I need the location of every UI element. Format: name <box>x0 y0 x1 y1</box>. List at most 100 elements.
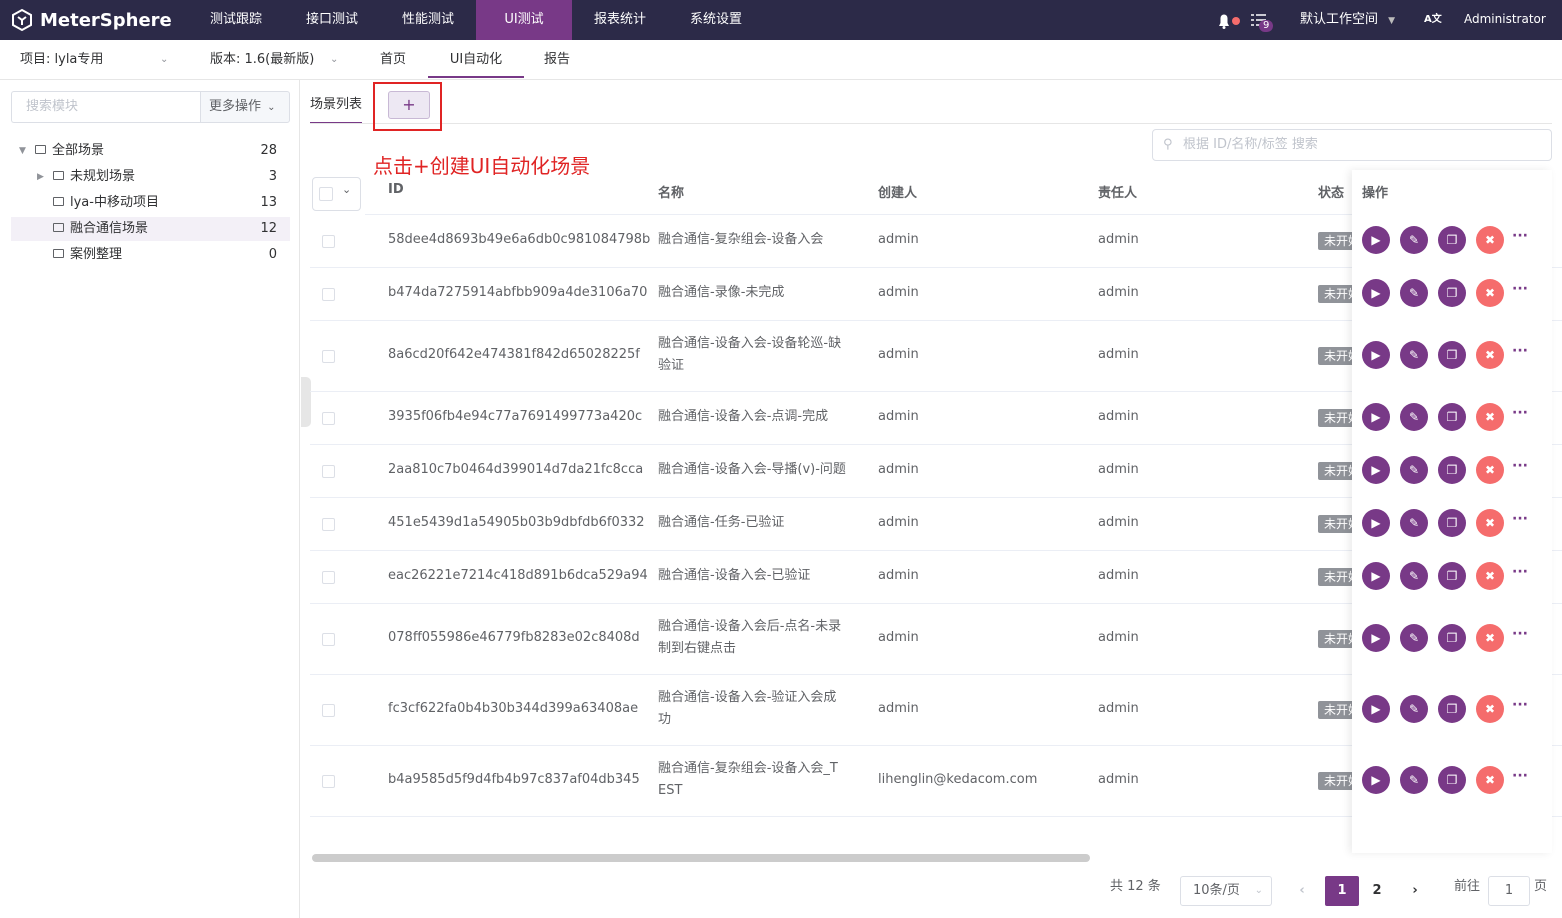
nav-test-track[interactable]: 测试跟踪 <box>188 0 284 40</box>
row-name[interactable]: 融合通信-设备入会-点调-完成 <box>658 406 828 428</box>
more-icon[interactable]: ··· <box>1512 228 1528 244</box>
row-name[interactable]: 融合通信-设备入会-已验证 <box>658 565 810 587</box>
tab-home[interactable]: 首页 <box>380 40 406 80</box>
caret-down-icon[interactable]: ▼ <box>19 139 26 163</box>
tree-node-lya-project[interactable]: lya-中移动项目 13 <box>11 191 290 215</box>
nav-system-settings[interactable]: 系统设置 <box>668 0 764 40</box>
edit-icon[interactable]: ✎ <box>1400 695 1428 723</box>
delete-icon[interactable]: ✖ <box>1476 562 1504 590</box>
goto-page-input[interactable]: 1 <box>1488 876 1530 906</box>
edit-icon[interactable]: ✎ <box>1400 456 1428 484</box>
row-checkbox[interactable] <box>322 775 335 788</box>
row-name[interactable]: 融合通信-复杂组会-设备入会_T EST <box>658 758 838 802</box>
more-operations-button[interactable]: 更多操作 ⌄ <box>200 91 290 123</box>
run-icon[interactable]: ▶ <box>1362 624 1390 652</box>
edit-icon[interactable]: ✎ <box>1400 509 1428 537</box>
row-checkbox[interactable] <box>322 288 335 301</box>
delete-icon[interactable]: ✖ <box>1476 624 1504 652</box>
row-checkbox[interactable] <box>322 704 335 717</box>
run-icon[interactable]: ▶ <box>1362 562 1390 590</box>
more-icon[interactable]: ··· <box>1512 564 1528 580</box>
run-icon[interactable]: ▶ <box>1362 509 1390 537</box>
workspace-selector[interactable]: 默认工作空间 ▼ <box>1300 0 1395 40</box>
col-name[interactable]: 名称 <box>658 182 684 201</box>
user-menu[interactable]: Administrator ▼ <box>1464 0 1562 66</box>
page-2[interactable]: 2 <box>1360 876 1394 906</box>
metersphere-logo[interactable]: MeterSphere <box>10 5 172 35</box>
copy-icon[interactable]: ❐ <box>1438 403 1466 431</box>
tree-node-unplanned[interactable]: ▶ 未规划场景 3 <box>11 165 290 189</box>
run-icon[interactable]: ▶ <box>1362 456 1390 484</box>
copy-icon[interactable]: ❐ <box>1438 562 1466 590</box>
edit-icon[interactable]: ✎ <box>1400 279 1428 307</box>
page-1[interactable]: 1 <box>1325 876 1359 906</box>
tree-node-case-arrange[interactable]: 案例整理 0 <box>11 243 290 267</box>
run-icon[interactable]: ▶ <box>1362 403 1390 431</box>
nav-ui-test[interactable]: UI测试 <box>476 0 572 40</box>
next-page-icon[interactable]: › <box>1398 876 1432 906</box>
col-owner[interactable]: 责任人 <box>1098 182 1137 201</box>
row-name[interactable]: 融合通信-设备入会-设备轮巡-缺 验证 <box>658 333 841 377</box>
row-name[interactable]: 融合通信-录像-未完成 <box>658 282 784 304</box>
row-checkbox[interactable] <box>322 633 335 646</box>
delete-icon[interactable]: ✖ <box>1476 695 1504 723</box>
copy-icon[interactable]: ❐ <box>1438 226 1466 254</box>
edit-icon[interactable]: ✎ <box>1400 562 1428 590</box>
bell-icon[interactable] <box>1216 0 1232 40</box>
run-icon[interactable]: ▶ <box>1362 766 1390 794</box>
row-name[interactable]: 融合通信-复杂组会-设备入会 <box>658 229 823 251</box>
chevron-down-icon[interactable]: ⌄ <box>160 40 168 80</box>
tab-ui-automation[interactable]: UI自动化 <box>428 40 524 78</box>
project-selector[interactable]: 项目: lyla专用 <box>20 40 103 80</box>
prev-page-icon[interactable]: ‹ <box>1285 876 1319 906</box>
edit-icon[interactable]: ✎ <box>1400 226 1428 254</box>
row-checkbox[interactable] <box>322 350 335 363</box>
run-icon[interactable]: ▶ <box>1362 226 1390 254</box>
delete-icon[interactable]: ✖ <box>1476 403 1504 431</box>
more-icon[interactable]: ··· <box>1512 405 1528 421</box>
copy-icon[interactable]: ❐ <box>1438 766 1466 794</box>
delete-icon[interactable]: ✖ <box>1476 279 1504 307</box>
more-icon[interactable]: ··· <box>1512 511 1528 527</box>
col-creator[interactable]: 创建人 <box>878 182 917 201</box>
copy-icon[interactable]: ❐ <box>1438 695 1466 723</box>
nav-report-stats[interactable]: 报表统计 <box>572 0 668 40</box>
row-name[interactable]: 融合通信-设备入会后-点名-未录 制到右键点击 <box>658 616 841 660</box>
tree-node-fusion-comm[interactable]: 融合通信场景 12 <box>11 217 290 241</box>
run-icon[interactable]: ▶ <box>1362 341 1390 369</box>
tab-report[interactable]: 报告 <box>544 40 570 80</box>
col-status[interactable]: 状态 <box>1318 182 1344 201</box>
tree-node-all-scenes[interactable]: ▼ 全部场景 28 <box>11 139 290 163</box>
row-checkbox[interactable] <box>322 465 335 478</box>
more-icon[interactable]: ··· <box>1512 697 1528 713</box>
edit-icon[interactable]: ✎ <box>1400 403 1428 431</box>
delete-icon[interactable]: ✖ <box>1476 341 1504 369</box>
col-id[interactable]: ID <box>388 182 404 197</box>
page-size-select[interactable]: 10条/页 ⌄ <box>1180 876 1272 906</box>
copy-icon[interactable]: ❐ <box>1438 341 1466 369</box>
more-icon[interactable]: ··· <box>1512 768 1528 784</box>
delete-icon[interactable]: ✖ <box>1476 456 1504 484</box>
row-checkbox[interactable] <box>322 235 335 248</box>
chevron-down-icon[interactable]: ⌄ <box>342 183 351 196</box>
row-checkbox[interactable] <box>322 518 335 531</box>
run-icon[interactable]: ▶ <box>1362 695 1390 723</box>
delete-icon[interactable]: ✖ <box>1476 509 1504 537</box>
row-checkbox[interactable] <box>322 412 335 425</box>
nav-performance-test[interactable]: 性能测试 <box>380 0 476 40</box>
row-checkbox[interactable] <box>322 571 335 584</box>
copy-icon[interactable]: ❐ <box>1438 279 1466 307</box>
more-icon[interactable]: ··· <box>1512 626 1528 642</box>
edit-icon[interactable]: ✎ <box>1400 766 1428 794</box>
tab-scene-list[interactable]: 场景列表 <box>310 94 363 124</box>
module-search-input[interactable]: 搜索模块 <box>11 91 201 123</box>
select-all-checkbox[interactable] <box>319 187 333 201</box>
run-icon[interactable]: ▶ <box>1362 279 1390 307</box>
version-selector[interactable]: 版本: 1.6(最新版) <box>210 40 314 80</box>
caret-right-icon[interactable]: ▶ <box>37 165 44 189</box>
delete-icon[interactable]: ✖ <box>1476 766 1504 794</box>
scene-search-input[interactable]: ⚲ 根据 ID/名称/标签 搜索 <box>1152 129 1552 161</box>
copy-icon[interactable]: ❐ <box>1438 456 1466 484</box>
delete-icon[interactable]: ✖ <box>1476 226 1504 254</box>
language-icon[interactable]: A文 <box>1424 0 1442 40</box>
